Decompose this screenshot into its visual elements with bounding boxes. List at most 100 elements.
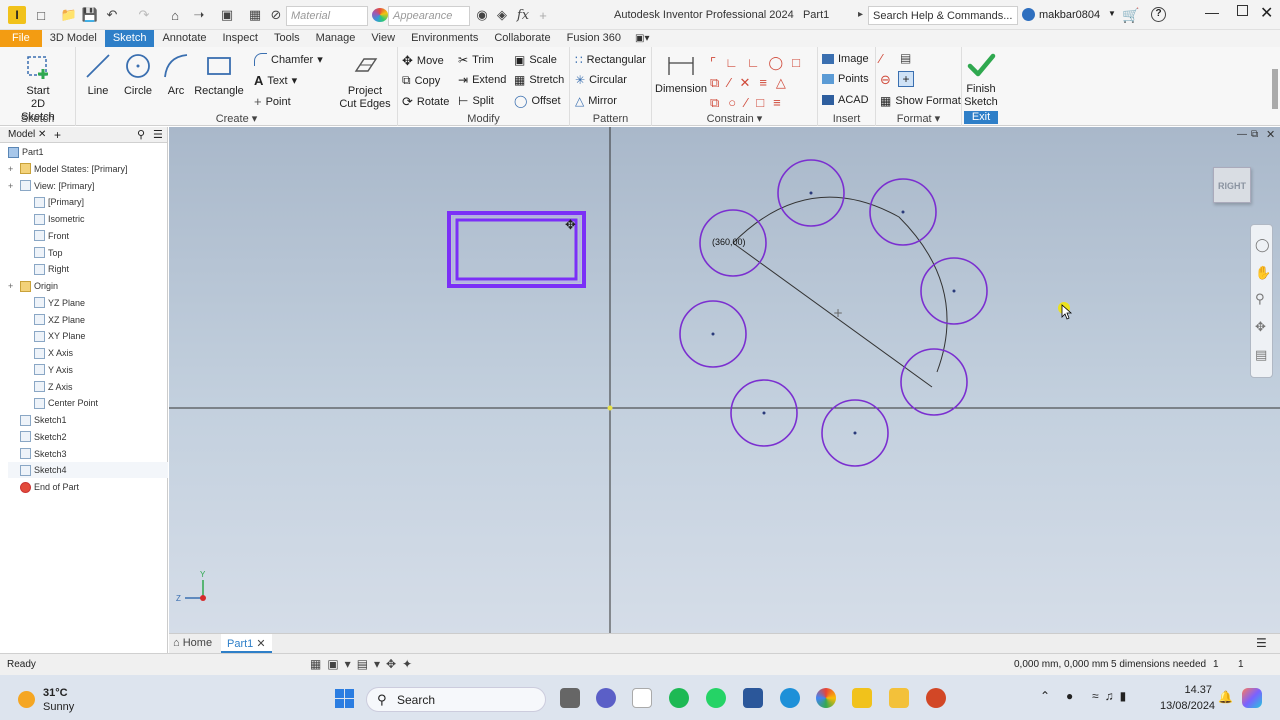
scale-button[interactable]: ▣ Scale [514,53,557,67]
browser-item[interactable]: Top [34,245,63,261]
points-button[interactable]: Points [822,73,869,85]
constrain-group-title[interactable]: Constrain ▾ [652,112,817,125]
point-button[interactable]: + Point [254,94,291,109]
line-button[interactable]: Line [80,51,116,98]
dimension-button[interactable]: Dimension [654,53,708,96]
format-group-title[interactable]: Format ▾ [876,112,961,125]
network-volume-battery-icons[interactable]: ≈♫▮ [1092,689,1132,703]
clock-date[interactable]: 13/08/2024 [1160,700,1215,712]
orbit-icon[interactable]: ✥ [1255,319,1266,335]
appearance-dropdown[interactable]: Appearance [388,6,470,26]
split-button[interactable]: ⊢ Split [458,94,494,108]
powerpoint-icon[interactable] [926,688,946,708]
tab-tools[interactable]: Tools [266,30,308,47]
edge-icon[interactable] [780,688,800,708]
constraint-icons-grid[interactable]: ⌜∟∟◯□ ⧉∕✕≡△ ⧉○∕□≡ [710,53,814,110]
zoom-icon[interactable]: ⚲ [1255,291,1265,307]
windows-start-icon[interactable] [335,689,354,708]
ribbon-options-icon[interactable]: ▣▾ [629,30,655,47]
clear-appearance-icon[interactable]: ◈ [494,6,510,24]
tab-inspect[interactable]: Inspect [215,30,266,47]
redo-icon[interactable]: ↷ [132,6,156,24]
part1-tab-close-icon[interactable]: ✕ [256,638,265,650]
viewcube[interactable]: RIGHT [1213,167,1251,203]
graphics-window[interactable]: + (360,00) ✥ RIGHT ◯ ✋ ⚲ ✥ ▤ Y Z — ⧉ ✕ [169,127,1280,633]
task-view-icon[interactable] [560,688,580,708]
browser-item[interactable]: Isometric [34,211,85,227]
image-button[interactable]: Image [822,53,869,65]
browser-item[interactable]: Front [34,228,69,244]
chrome-icon[interactable] [816,688,836,708]
help-icon[interactable]: ? [1151,7,1166,22]
browser-item[interactable]: Y Axis [34,362,73,378]
new-file-icon[interactable]: □ [30,6,52,24]
parameters-button[interactable]: fx [514,6,532,24]
microphone-icon[interactable]: ● [1066,689,1073,703]
adjust-appearance-icon[interactable]: ◉ [474,6,490,24]
add-browser-icon[interactable]: + [54,127,61,143]
ribbon-scroll-handle[interactable] [1272,69,1278,109]
viewport-minimize-icon[interactable]: — [1237,129,1247,140]
construction-icon[interactable]: ∕ [880,51,882,66]
close-button[interactable]: ✕ [1260,3,1273,23]
tab-manage[interactable]: Manage [308,30,364,47]
clock-time[interactable]: 14.37 [1180,684,1212,696]
inventor-logo-icon[interactable]: I [8,6,26,24]
tab-view[interactable]: View [363,30,403,47]
minimize-button[interactable]: — [1205,4,1219,20]
center-point-icon[interactable]: + [898,71,914,87]
material-dropdown[interactable]: Material [286,6,368,26]
tabs-menu-icon[interactable]: ☰ [1256,636,1267,650]
notification-icon[interactable]: 🔔 [1218,690,1233,704]
browser-item[interactable]: [Primary] [34,194,84,210]
teams-icon[interactable] [596,688,616,708]
maximize-button[interactable] [1237,5,1248,16]
copilot-icon[interactable] [1242,688,1262,708]
file-explorer-icon[interactable] [889,688,909,708]
spotify-icon[interactable] [669,688,689,708]
rectangle-button[interactable]: Rectangle [194,51,244,98]
browser-item[interactable]: Z Axis [34,379,73,395]
cart-icon[interactable]: 🛒 [1122,7,1139,24]
tab-3d-model[interactable]: 3D Model [42,30,105,47]
extend-button[interactable]: ⇥ Extend [458,73,506,87]
status-tool-icons[interactable]: ▦▣▾▤▾✥✦ [310,657,418,671]
tab-file[interactable]: File [0,30,42,47]
select-filter-icon[interactable]: ➝ [190,6,208,24]
tab-sketch[interactable]: Sketch [104,30,155,47]
inventor-taskbar-icon[interactable] [852,688,872,708]
home-icon[interactable]: ⌂ [166,6,184,24]
move-button[interactable]: ✥ Move [402,53,444,69]
offset-button[interactable]: ◯ Offset [514,94,561,108]
browser-item[interactable]: + View: [Primary] [8,178,94,194]
browser-tab-close-icon[interactable]: ✕ [38,127,46,143]
taskbar-search[interactable]: ⚲ Search [366,687,546,712]
browser-item[interactable]: Right [34,261,69,277]
acad-button[interactable]: ACAD [822,94,869,106]
browser-item[interactable]: Part1 [8,144,44,160]
browser-item[interactable]: Sketch1 [8,412,67,428]
browser-item[interactable]: End of Part [8,479,79,495]
pan-icon[interactable]: ✋ [1255,265,1271,281]
save-icon[interactable]: 💾 [82,6,98,24]
stop-icon[interactable]: ⊘ [268,6,284,24]
browser-item[interactable]: XZ Plane [34,312,85,328]
browser-item[interactable]: Sketch3 [8,446,67,462]
circle-button[interactable]: Circle [118,51,158,98]
chamfer-button[interactable]: Chamfer ▾ [254,53,323,66]
text-button[interactable]: A Text ▾ [254,73,297,88]
open-icon[interactable]: 📁 [58,6,80,24]
show-format-button[interactable]: ▦ Show Format [880,94,961,108]
centerline-icon[interactable]: ⊖ [880,72,891,88]
undo-icon[interactable]: ↶ [100,6,124,24]
measure-icon[interactable]: ▦ [246,6,264,24]
part1-tab[interactable]: Part1 ✕ [221,634,272,653]
trim-button[interactable]: ✂ Trim [458,53,494,67]
browser-item[interactable]: Sketch2 [8,429,67,445]
viewport-close-icon[interactable]: ✕ [1266,128,1275,141]
driven-dimension-icon[interactable]: ▤ [900,51,911,65]
user-dropdown-icon[interactable]: ▼ [1108,9,1116,18]
update-icon[interactable]: ▣ [218,6,236,24]
weather-desc[interactable]: Sunny [43,701,74,713]
search-help-input[interactable]: Search Help & Commands... [868,6,1018,25]
